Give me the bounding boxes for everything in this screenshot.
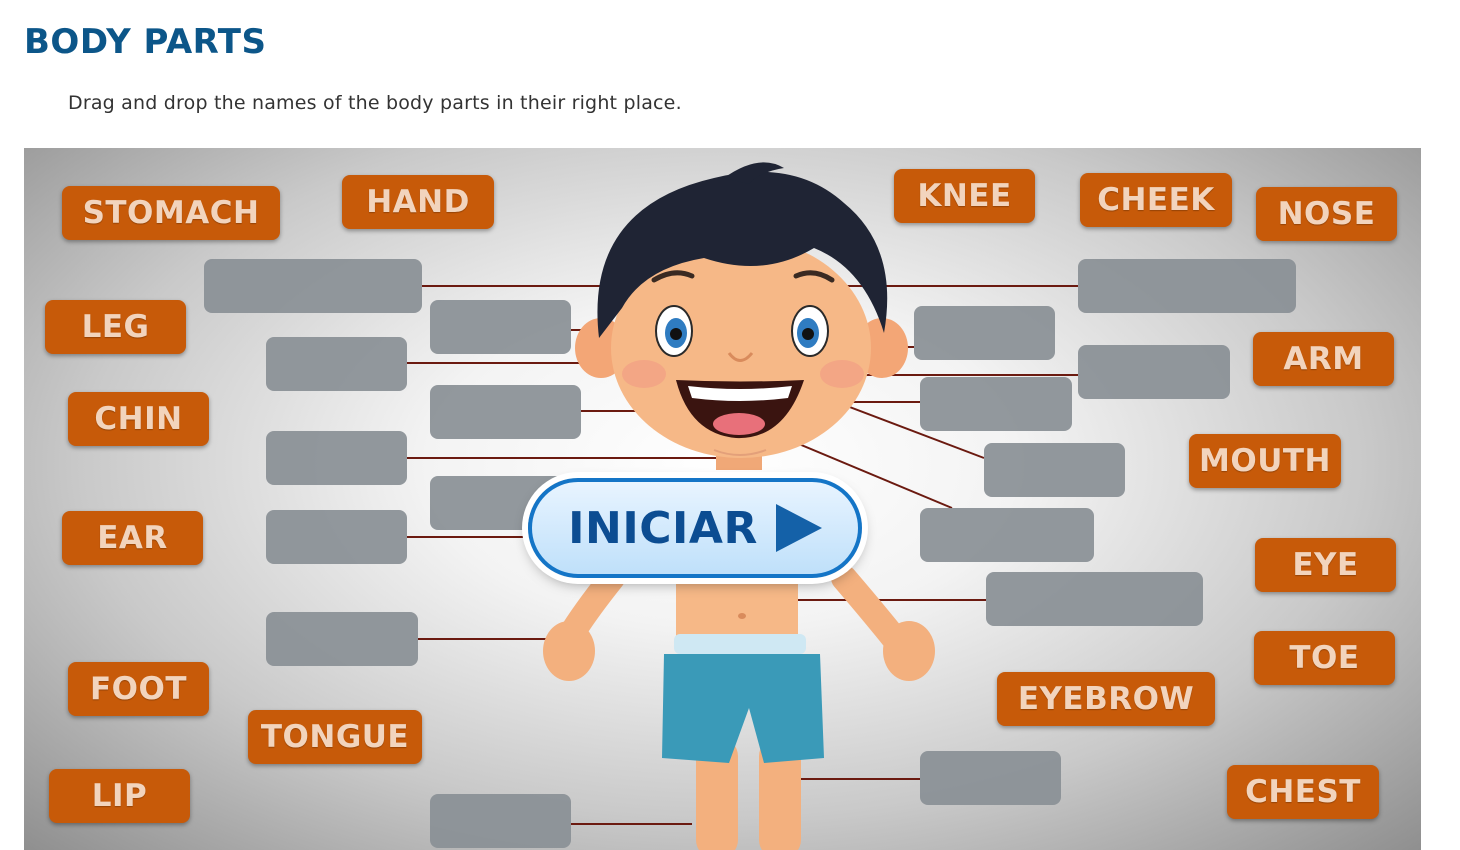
word-tile-toe[interactable]: TOE xyxy=(1254,631,1395,685)
activity-stage: STOMACH HAND KNEE CHEEK NOSE LEG ARM CHI… xyxy=(24,148,1421,850)
instructions-text: Drag and drop the names of the body part… xyxy=(68,92,682,114)
word-tile-foot[interactable]: FOOT xyxy=(68,662,209,716)
word-tile-chest[interactable]: CHEST xyxy=(1227,765,1379,819)
drop-slot[interactable] xyxy=(204,259,422,313)
word-tile-arm[interactable]: ARM xyxy=(1253,332,1394,386)
drop-slot[interactable] xyxy=(430,385,581,439)
word-tile-chin[interactable]: CHIN xyxy=(68,392,209,446)
drop-slot[interactable] xyxy=(1078,259,1296,313)
drop-slot[interactable] xyxy=(266,510,407,564)
drop-slot[interactable] xyxy=(984,443,1125,497)
word-tile-lip[interactable]: LIP xyxy=(49,769,190,823)
drop-slot[interactable] xyxy=(266,612,418,666)
drop-slot[interactable] xyxy=(920,377,1072,431)
drop-slot[interactable] xyxy=(430,794,571,848)
drop-slot[interactable] xyxy=(986,572,1203,626)
word-tile-cheek[interactable]: CHEEK xyxy=(1080,173,1232,227)
drop-slot[interactable] xyxy=(266,431,407,485)
word-tile-leg[interactable]: LEG xyxy=(45,300,186,354)
word-tile-eye[interactable]: EYE xyxy=(1255,538,1396,592)
word-tile-knee[interactable]: KNEE xyxy=(894,169,1035,223)
drop-slot[interactable] xyxy=(920,751,1061,805)
drop-slot[interactable] xyxy=(920,508,1094,562)
word-tile-tongue[interactable]: TONGUE xyxy=(248,710,422,764)
play-icon xyxy=(775,504,822,552)
word-tile-nose[interactable]: NOSE xyxy=(1256,187,1397,241)
drop-slot[interactable] xyxy=(1078,345,1230,399)
drop-slot[interactable] xyxy=(914,306,1055,360)
word-tile-stomach[interactable]: STOMACH xyxy=(62,186,280,240)
page-title: BODY PARTS xyxy=(24,22,267,62)
start-button[interactable]: INICIAR xyxy=(528,478,862,578)
word-tile-eyebrow[interactable]: EYEBROW xyxy=(997,672,1215,726)
drop-slot[interactable] xyxy=(266,337,407,391)
start-button-label: INICIAR xyxy=(568,502,758,554)
word-tile-mouth[interactable]: MOUTH xyxy=(1189,434,1341,488)
word-tile-hand[interactable]: HAND xyxy=(342,175,494,229)
drop-slot[interactable] xyxy=(430,300,571,354)
word-tile-ear[interactable]: EAR xyxy=(62,511,203,565)
